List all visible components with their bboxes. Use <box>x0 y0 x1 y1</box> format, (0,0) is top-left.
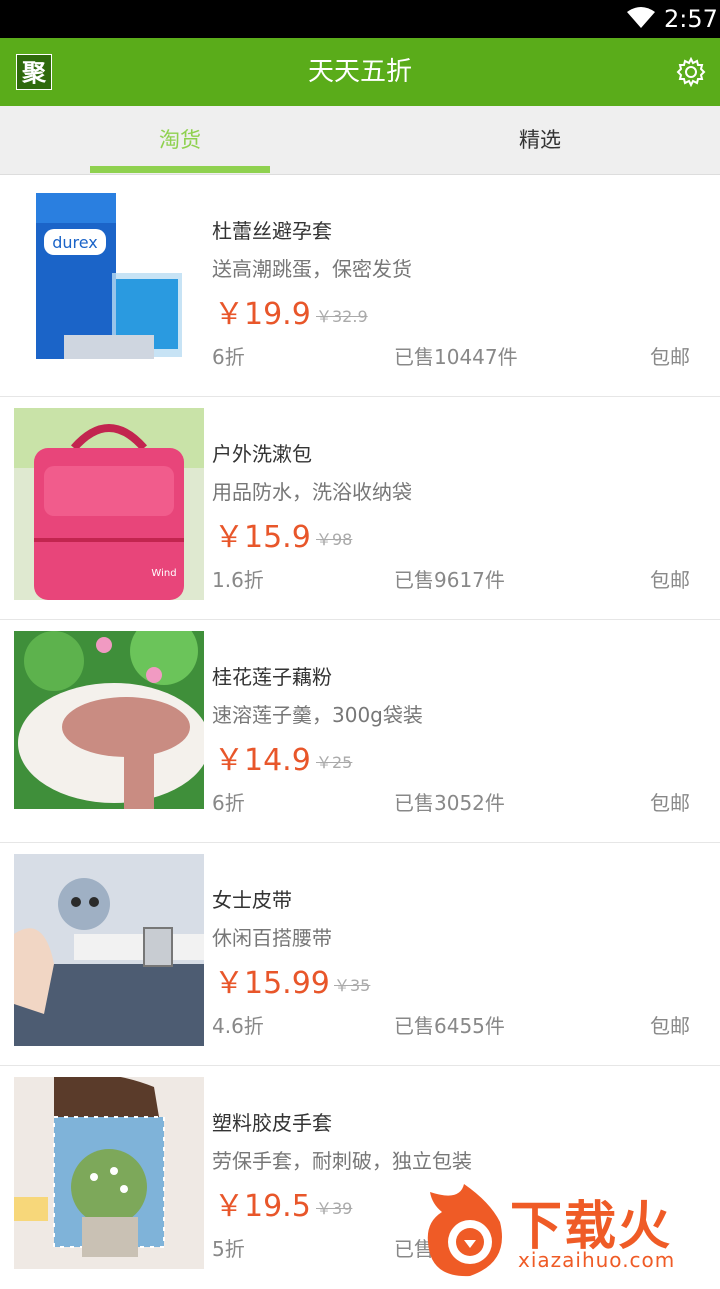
discount-label: 1.6折 <box>212 568 264 592</box>
svg-text:durex: durex <box>52 233 98 252</box>
original-price: ￥25 <box>316 753 353 772</box>
list-item[interactable]: 女士皮带 休闲百搭腰带 ￥15.99 ￥35 4.6折 已售6455件 包邮 <box>0 844 720 1066</box>
product-image <box>14 854 204 1046</box>
product-name: 塑料胶皮手套 <box>212 1111 332 1135</box>
original-price: ￥98 <box>316 530 353 549</box>
product-desc: 用品防水，洗浴收纳袋 <box>212 480 412 504</box>
app-bar: 聚 天天五折 <box>0 38 720 106</box>
discount-label: 6折 <box>212 791 245 815</box>
original-price: ￥32.9 <box>316 307 368 326</box>
product-image: durex <box>14 185 204 377</box>
product-price: ￥15.9 <box>214 520 311 555</box>
product-price: ￥19.9 <box>214 297 311 332</box>
product-price: ￥19.5 <box>214 1189 311 1224</box>
status-time: 2:57 <box>664 5 718 33</box>
product-image <box>14 1077 204 1269</box>
product-desc: 休闲百搭腰带 <box>212 926 332 950</box>
page-title: 天天五折 <box>307 57 412 87</box>
original-price: ￥39 <box>316 1199 353 1218</box>
sold-count: 已售9617件 <box>394 568 505 592</box>
shipping-label: 包邮 <box>650 1014 690 1038</box>
flame-logo-icon <box>427 1184 502 1277</box>
list-item[interactable]: Wind 户外洗漱包 用品防水，洗浴收纳袋 ￥15.9 ￥98 1.6折 已售9… <box>0 398 720 620</box>
product-desc: 送高潮跳蛋，保密发货 <box>212 257 412 281</box>
product-image <box>14 631 204 823</box>
product-name: 户外洗漱包 <box>212 442 312 466</box>
sold-count: 已售6455件 <box>394 1014 505 1038</box>
original-price: ￥35 <box>334 976 371 995</box>
tab-indicator <box>90 166 270 173</box>
product-desc: 速溶莲子羹，300g袋装 <box>212 703 423 727</box>
list-item[interactable]: durex 杜蕾丝避孕套 送高潮跳蛋，保密发货 ￥19.9 ￥32.9 6折 已… <box>0 175 720 397</box>
product-name: 杜蕾丝避孕套 <box>212 219 332 243</box>
shipping-label: 包邮 <box>650 791 690 815</box>
product-name: 桂花莲子藕粉 <box>212 665 332 689</box>
discount-label: 6折 <box>212 345 245 369</box>
sold-count: 已售10447件 <box>394 345 518 369</box>
watermark: 下载火 xiazaihuo.com <box>420 1182 720 1280</box>
svg-text:Wind: Wind <box>151 568 176 579</box>
tab-jingxuan[interactable]: 精选 <box>360 106 720 174</box>
product-price: ￥15.99 <box>214 966 330 1001</box>
tab-taohuo[interactable]: 淘货 <box>0 106 360 174</box>
product-price: ￥14.9 <box>214 743 311 778</box>
product-image: Wind <box>14 408 204 600</box>
wifi-icon <box>627 7 655 28</box>
tab-bar: 淘货 精选 <box>0 106 720 175</box>
sold-count: 已售3052件 <box>394 791 505 815</box>
discount-label: 5折 <box>212 1237 245 1261</box>
discount-label: 4.6折 <box>212 1014 264 1038</box>
shipping-label: 包邮 <box>650 345 690 369</box>
status-bar: 2:57 <box>0 0 720 38</box>
product-name: 女士皮带 <box>212 888 292 912</box>
watermark-url: xiazaihuo.com <box>518 1248 676 1272</box>
gear-icon[interactable] <box>676 57 706 87</box>
list-item[interactable]: 桂花莲子藕粉 速溶莲子羹，300g袋装 ￥14.9 ￥25 6折 已售3052件… <box>0 621 720 843</box>
shipping-label: 包邮 <box>650 568 690 592</box>
product-desc: 劳保手套，耐刺破，独立包装 <box>212 1149 472 1173</box>
